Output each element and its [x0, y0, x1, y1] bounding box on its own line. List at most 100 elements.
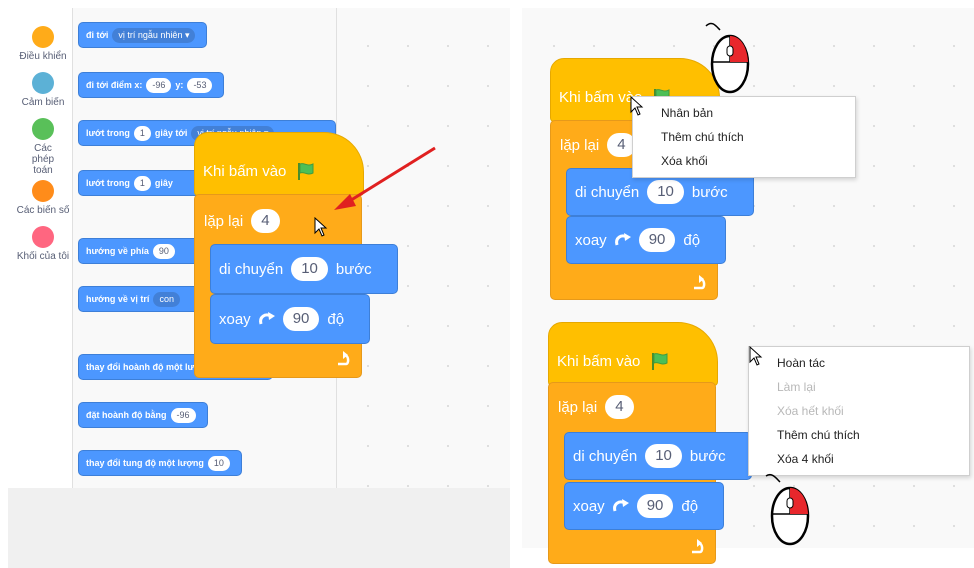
block-text: y:: [175, 80, 184, 90]
red-arrow-icon: [334, 146, 436, 210]
category-label: Điều khiển: [19, 51, 67, 62]
menu-item-delete-blocks[interactable]: Xóa 4 khối: [749, 447, 969, 471]
category-label: Các phép toán: [31, 143, 55, 176]
block-text: bước: [335, 260, 372, 278]
green-flag-icon: [652, 353, 668, 370]
block-text: độ: [681, 497, 699, 515]
script-bottom-right[interactable]: Khi bấm vào lặp lại 4 di chuyển 10 bước xoa…: [548, 322, 758, 568]
block-text: hướng về vị trí: [86, 294, 150, 304]
secs-input[interactable]: 1: [133, 175, 151, 191]
category-my-blocks[interactable]: Khối của tôi: [8, 226, 78, 262]
direction-input[interactable]: 90: [152, 243, 175, 259]
block-text: đi tới: [86, 30, 109, 40]
green-flag-icon: [298, 163, 314, 180]
block-text: xoay: [575, 231, 607, 249]
y-input[interactable]: 10: [207, 455, 230, 471]
secs-input[interactable]: 1: [133, 125, 151, 141]
block-text: bước: [689, 447, 726, 465]
category-sensing[interactable]: Cảm biến: [8, 72, 78, 108]
turn-block[interactable]: xoay 90 độ: [566, 216, 726, 264]
block-text: lướt trong: [86, 178, 130, 188]
category-dot: [32, 226, 54, 248]
mouse-cursor-icon: [630, 96, 644, 116]
goto-block[interactable]: đi tới vị trí ngẫu nhiên ▾: [78, 22, 208, 48]
goto-dropdown[interactable]: vị trí ngẫu nhiên ▾: [112, 27, 196, 43]
category-dot: [32, 72, 54, 94]
block-text: độ: [327, 310, 345, 328]
when-flag-clicked-block[interactable]: Khi bấm vào: [548, 322, 718, 386]
block-text: hướng về phía: [86, 246, 149, 256]
block-text: đi tới điểm x:: [86, 80, 143, 90]
turn-block[interactable]: xoay 90 độ: [210, 294, 370, 344]
menu-item-redo: Làm lại: [777, 380, 816, 394]
mouse-right-click-icon: [705, 22, 750, 94]
block-text: lặp lại: [560, 136, 600, 154]
steps-input[interactable]: 10: [647, 180, 684, 204]
block-context-menu: Nhân bản Thêm chú thích Xóa khối: [632, 96, 856, 178]
block-text: di chuyển: [575, 183, 640, 201]
turn-right-icon: [614, 233, 631, 246]
category-variables[interactable]: Các biến số: [8, 180, 78, 216]
category-dot: [32, 180, 54, 202]
category-operators[interactable]: Các phép toán: [8, 118, 78, 176]
menu-item-clean-up: Xóa hết khối: [777, 404, 844, 418]
block-text: bước: [691, 183, 728, 201]
block-text: xoay: [219, 310, 251, 328]
menu-item-duplicate[interactable]: Nhân bản: [633, 101, 855, 125]
block-text: xoay: [573, 497, 605, 515]
x-input[interactable]: -96: [170, 407, 196, 423]
repeat-header: lặp lại 4: [560, 128, 644, 162]
block-text: lướt trong: [86, 128, 130, 138]
steps-input[interactable]: 10: [291, 257, 328, 281]
category-motion-control[interactable]: Điều khiển: [8, 26, 78, 62]
menu-item-undo[interactable]: Hoàn tác: [749, 351, 969, 375]
block-text: Khi bấm vào: [557, 352, 641, 370]
block-text: lặp lại: [204, 212, 244, 230]
block-text: giây tới: [154, 128, 188, 138]
set-x-block[interactable]: đặt hoành độ bằng -96: [78, 402, 208, 428]
menu-item-delete-block[interactable]: Xóa khối: [633, 149, 855, 173]
move-steps-block[interactable]: di chuyển 10 bước: [564, 432, 752, 480]
repeat-header: lặp lại 4: [558, 390, 642, 424]
category-label: Cảm biến: [21, 97, 65, 108]
towards-dropdown[interactable]: con: [153, 291, 180, 307]
mouse-right-click-icon: [765, 473, 810, 546]
change-y-block[interactable]: thay đổi tung độ một lượng 10: [78, 450, 242, 476]
block-text: lặp lại: [558, 398, 598, 416]
category-sidebar: Điều khiển Cảm biến Các phép toán Các bi…: [8, 8, 73, 488]
repeat-count-input[interactable]: 4: [251, 209, 280, 233]
y-input[interactable]: -53: [187, 77, 213, 93]
block-text: đặt hoành độ bằng: [86, 410, 167, 420]
degrees-input[interactable]: 90: [638, 228, 676, 252]
move-steps-block[interactable]: di chuyển 10 bước: [210, 244, 398, 294]
block-text: giây: [154, 178, 173, 188]
mouse-cursor-icon: [314, 217, 328, 237]
block-text: di chuyển: [573, 447, 638, 465]
repeat-header: lặp lại 4: [204, 204, 288, 238]
workspace-context-menu: Hoàn tác Làm lại Xóa hết khối Thêm chú t…: [748, 346, 970, 476]
category-label: Khối của tôi: [16, 251, 70, 262]
loop-arrow-icon: [338, 351, 350, 366]
repeat-count-input[interactable]: 4: [605, 395, 634, 419]
category-label: Các biến số: [16, 205, 70, 216]
mouse-cursor-icon: [749, 346, 763, 366]
block-text: độ: [683, 231, 701, 249]
steps-input[interactable]: 10: [645, 444, 682, 468]
degrees-input[interactable]: 90: [636, 494, 674, 518]
left-bottom-strip: [8, 488, 510, 568]
category-dot: [32, 26, 54, 48]
goto-xy-block[interactable]: đi tới điểm x: -96 y: -53: [78, 72, 225, 98]
category-dot: [32, 118, 54, 140]
menu-item-add-comment[interactable]: Thêm chú thích: [633, 125, 855, 149]
loop-arrow-icon: [694, 275, 706, 290]
menu-item-add-comment[interactable]: Thêm chú thích: [749, 423, 969, 447]
block-text: thay đổi tung độ một lượng: [86, 458, 204, 468]
degrees-input[interactable]: 90: [282, 307, 320, 331]
x-input[interactable]: -96: [146, 77, 172, 93]
turn-right-icon: [258, 312, 275, 325]
block-text: thay đổi hoành độ một lượng: [86, 362, 212, 372]
block-text: di chuyển: [219, 260, 284, 278]
turn-block[interactable]: xoay 90 độ: [564, 482, 724, 530]
block-text: Khi bấm vào: [203, 162, 287, 180]
turn-right-icon: [612, 499, 629, 512]
